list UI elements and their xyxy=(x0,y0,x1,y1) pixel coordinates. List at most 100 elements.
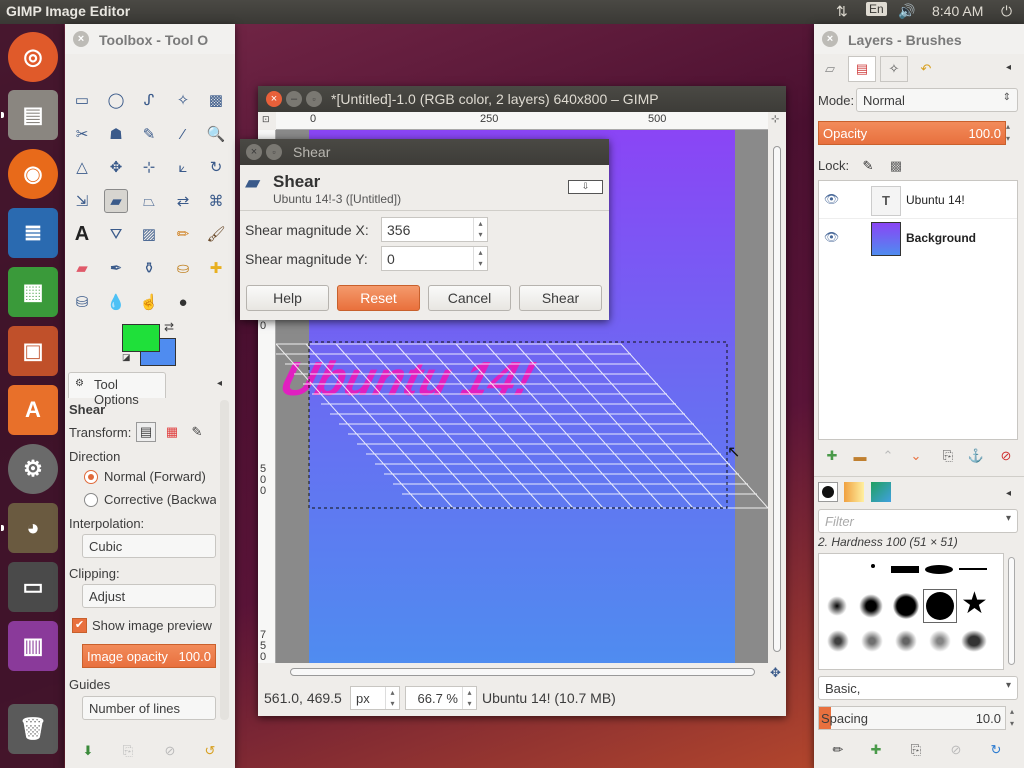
close-icon[interactable]: × xyxy=(266,91,282,107)
transform-layer-icon[interactable]: ▤ xyxy=(136,422,156,442)
impress-icon[interactable]: ▣ xyxy=(8,326,58,376)
tab-patterns-icon[interactable] xyxy=(844,482,864,502)
new-layer-group-icon[interactable]: ▬ xyxy=(850,446,870,466)
direction-corrective-radio[interactable] xyxy=(84,493,98,507)
quick-mask-icon[interactable]: ⊡ xyxy=(262,114,270,125)
maximize-icon[interactable]: ▫ xyxy=(306,91,322,107)
anchor-layer-icon[interactable]: ⚓ xyxy=(966,446,986,466)
trash-icon[interactable]: 🗑 xyxy=(8,704,58,754)
gimp-icon[interactable]: ◕ xyxy=(8,503,58,553)
tab-layers-icon[interactable]: ▱ xyxy=(818,58,842,80)
move-icon[interactable]: ✥ xyxy=(104,155,128,179)
writer-icon[interactable]: ≣ xyxy=(8,208,58,258)
pencil-icon[interactable]: ✏ xyxy=(171,222,195,246)
system-settings-icon[interactable]: ⚙ xyxy=(8,444,58,494)
shear-tool-icon[interactable]: ▰ xyxy=(104,189,128,213)
power-icon[interactable]: ⏻ xyxy=(1001,3,1012,20)
interpolation-select[interactable]: Cubic xyxy=(82,534,216,558)
delete-brush-icon[interactable]: ⊘ xyxy=(946,740,966,760)
chevron-updown-icon[interactable]: ▴ ▾ xyxy=(473,218,487,241)
shear-y-input[interactable]: 0 ▴ ▾ xyxy=(381,246,488,271)
eye-icon[interactable]: 👁 xyxy=(824,192,839,206)
panel-menu-icon[interactable]: ◂ xyxy=(217,378,222,389)
new-brush-icon[interactable]: ✚ xyxy=(866,740,886,760)
maximize-icon[interactable]: ▫ xyxy=(266,144,282,160)
refresh-brushes-icon[interactable]: ↻ xyxy=(986,740,1006,760)
ubuntu-home-icon[interactable]: ◎ xyxy=(8,32,58,82)
image-opacity-slider[interactable]: Image opacity 100.0 xyxy=(82,644,216,668)
close-icon[interactable]: × xyxy=(822,31,838,47)
minimize-icon[interactable]: – xyxy=(286,91,302,107)
tab-brushes-icon[interactable] xyxy=(818,482,838,502)
reset-button[interactable]: Reset xyxy=(337,285,420,311)
brush-preset-select[interactable]: Basic, ▾ xyxy=(818,676,1018,700)
dodge-burn-icon[interactable]: ● xyxy=(171,290,195,314)
eye-icon[interactable]: 👁 xyxy=(824,230,839,244)
clock[interactable]: 8:40 AM xyxy=(932,3,983,19)
chevron-updown-icon[interactable]: ▴ ▾ xyxy=(473,247,487,270)
help-button[interactable]: Help xyxy=(246,285,329,311)
lower-layer-icon[interactable]: ⌄ xyxy=(906,446,926,466)
panel-menu-icon[interactable]: ◂ xyxy=(1006,488,1011,499)
lock-alpha-icon[interactable]: ▩ xyxy=(886,156,906,176)
default-colors-icon[interactable]: ◪ xyxy=(122,352,131,363)
align-icon[interactable]: ⊹ xyxy=(137,155,161,179)
duplicate-brush-icon[interactable]: ⎘ xyxy=(906,740,926,760)
firefox-icon[interactable]: ◉ xyxy=(8,149,58,199)
tab-channels-icon[interactable]: ▤ xyxy=(848,56,876,82)
bucket-fill-icon[interactable]: ⛛ xyxy=(104,222,128,246)
scale-icon[interactable]: ⇲ xyxy=(70,189,94,213)
color-select-icon[interactable]: ▩ xyxy=(204,88,228,112)
eraser-icon[interactable]: ▰ xyxy=(70,256,94,280)
cage-icon[interactable]: ⌘ xyxy=(204,189,228,213)
show-preview-label[interactable]: Show image preview xyxy=(92,618,212,633)
blend-icon[interactable]: ▨ xyxy=(137,222,161,246)
lasso-icon[interactable]: ᔑ xyxy=(137,88,161,112)
restore-options-icon[interactable]: ⎘ xyxy=(118,741,138,761)
zoom-icon[interactable]: 🔍 xyxy=(204,122,228,146)
clipping-select[interactable]: Adjust xyxy=(82,584,216,608)
panel-menu-icon[interactable]: ◂ xyxy=(1006,62,1011,73)
direction-corrective-label[interactable]: Corrective (Backwar xyxy=(104,492,216,507)
blur-icon[interactable]: 💧 xyxy=(104,290,128,314)
brush-grid[interactable]: ★ xyxy=(818,553,1004,670)
crop-icon[interactable]: ⟀ xyxy=(171,155,195,179)
foreground-select-icon[interactable]: ☗ xyxy=(104,122,128,146)
reset-options-icon[interactable]: ↺ xyxy=(200,741,220,761)
save-options-icon[interactable]: ⬇ xyxy=(78,741,98,761)
rect-select-icon[interactable]: ▭ xyxy=(70,88,94,112)
chevron-updown-icon[interactable]: ▴ ▾ xyxy=(1006,121,1018,145)
workspace-switcher-icon[interactable]: ▥ xyxy=(8,621,58,671)
ink-icon[interactable]: ⚱ xyxy=(137,256,161,280)
ellipse-select-icon[interactable]: ◯ xyxy=(104,88,128,112)
horizontal-ruler[interactable]: 0 250 500 xyxy=(276,112,768,130)
spacing-slider[interactable]: Spacing 10.0 xyxy=(818,706,1006,730)
vertical-scrollbar[interactable] xyxy=(768,130,786,663)
shear-x-input[interactable]: 356 ▴ ▾ xyxy=(381,217,488,242)
tab-paths-icon[interactable]: ✧ xyxy=(880,56,908,82)
measure-icon[interactable]: △ xyxy=(70,155,94,179)
text-tool-icon[interactable]: A xyxy=(70,222,94,246)
navigate-icon[interactable]: ✥ xyxy=(770,665,781,681)
heal-icon[interactable]: ✚ xyxy=(204,256,228,280)
guides-select[interactable]: Number of lines xyxy=(82,696,216,720)
chevron-updown-icon[interactable]: ▴ ▾ xyxy=(1006,706,1018,730)
tab-gradients-icon[interactable] xyxy=(871,482,891,502)
fuzzy-select-icon[interactable]: ✧ xyxy=(171,88,195,112)
close-icon[interactable]: × xyxy=(246,144,262,160)
volume-icon[interactable]: 🔊 xyxy=(898,3,915,20)
zoom-select[interactable]: 66.7 % ▴ ▾ xyxy=(405,686,477,710)
brush-grid-scrollbar[interactable] xyxy=(1006,553,1018,670)
lock-pixels-icon[interactable]: ✎ xyxy=(858,156,878,176)
opacity-slider[interactable]: Opacity 100.0 xyxy=(818,121,1006,145)
direction-normal-label[interactable]: Normal (Forward) xyxy=(104,469,206,484)
network-icon[interactable]: ⇅ xyxy=(836,3,848,20)
perspective-clone-icon[interactable]: ⛁ xyxy=(70,290,94,314)
shear-button[interactable]: Shear xyxy=(519,285,602,311)
files-icon[interactable]: ▤ xyxy=(8,90,58,140)
cancel-button[interactable]: Cancel xyxy=(428,285,511,311)
mode-select[interactable]: Normal ⇕ xyxy=(856,88,1018,112)
rotate-icon[interactable]: ↻ xyxy=(204,155,228,179)
show-preview-checkbox[interactable]: ✔ xyxy=(72,618,87,633)
clone-icon[interactable]: ⛀ xyxy=(171,256,195,280)
